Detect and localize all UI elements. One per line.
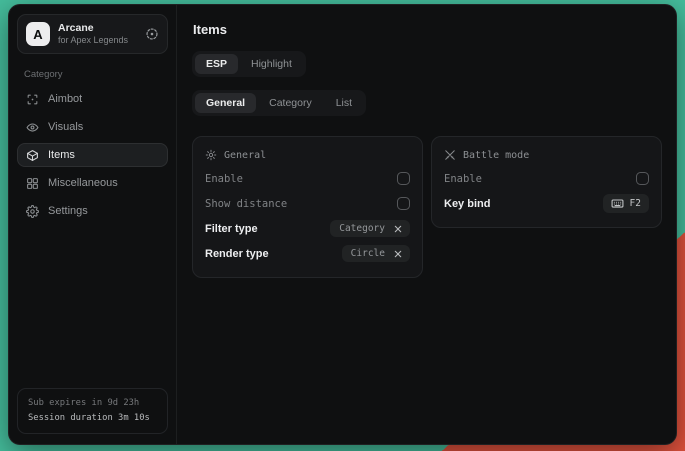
- panel-title: Battle mode: [463, 150, 529, 161]
- sidebar-item-settings[interactable]: Settings: [17, 199, 168, 223]
- grid-icon: [26, 177, 39, 190]
- sub-tab-group: GeneralCategoryList: [192, 90, 366, 116]
- subtab-category[interactable]: Category: [258, 93, 323, 113]
- app-header-card: A Arcane for Apex Legends: [17, 14, 168, 54]
- sidebar-item-label: Items: [48, 149, 75, 161]
- clear-x-icon[interactable]: [393, 224, 403, 234]
- sidebar-spacer: [17, 223, 168, 388]
- page-title: Items: [193, 22, 662, 37]
- sidebar-item-label: Miscellaneous: [48, 177, 118, 189]
- setting-row-key-bind: Key bind F2: [444, 191, 649, 216]
- enable-checkbox[interactable]: [636, 172, 649, 185]
- sidebar: A Arcane for Apex Legends Category Aimbo…: [9, 5, 177, 444]
- filter-type-select[interactable]: Category: [330, 220, 410, 237]
- setting-row-filter-type: Filter type Category: [205, 216, 410, 241]
- main-content: Items ESPHighlight GeneralCategoryList G…: [177, 5, 676, 444]
- show-distance-checkbox[interactable]: [397, 197, 410, 210]
- setting-label: Enable: [205, 173, 243, 185]
- gear-icon: [26, 205, 39, 218]
- setting-label: Show distance: [205, 198, 287, 210]
- subscription-info-card: Sub expires in 9d 23h Session duration 3…: [17, 388, 168, 434]
- sub-expiry-text: Sub expires in 9d 23h: [28, 396, 157, 411]
- panel-battle-mode: Battle mode Enable Key bind F2: [431, 136, 662, 228]
- enable-checkbox[interactable]: [397, 172, 410, 185]
- sun-icon: [205, 149, 217, 161]
- panel-general: General Enable Show distance Filter type Cat…: [192, 136, 423, 278]
- setting-row-enable: Enable: [444, 166, 649, 191]
- panel-header: Battle mode: [444, 149, 649, 161]
- setting-label: Enable: [444, 173, 482, 185]
- app-subtitle: for Apex Legends: [58, 35, 137, 46]
- sidebar-nav: Aimbot Visuals Items Miscellaneous Settings: [17, 87, 168, 223]
- setting-label: Filter type: [205, 223, 258, 235]
- app-name: Arcane: [58, 22, 137, 35]
- sidebar-item-label: Aimbot: [48, 93, 82, 105]
- package-icon: [26, 149, 39, 162]
- keybind-value: F2: [630, 198, 641, 209]
- setting-label: Key bind: [444, 198, 490, 210]
- subtab-list[interactable]: List: [325, 93, 363, 113]
- keyboard-icon: [611, 197, 624, 210]
- app-titles: Arcane for Apex Legends: [58, 22, 137, 46]
- tab-highlight[interactable]: Highlight: [240, 54, 303, 74]
- mode-tab-group: ESPHighlight: [192, 51, 306, 77]
- subtab-general[interactable]: General: [195, 93, 256, 113]
- sidebar-item-label: Visuals: [48, 121, 83, 133]
- swords-icon: [444, 149, 456, 161]
- render-type-select[interactable]: Circle: [342, 245, 410, 262]
- setting-row-enable: Enable: [205, 166, 410, 191]
- clear-x-icon[interactable]: [393, 249, 403, 259]
- sidebar-item-items[interactable]: Items: [17, 143, 168, 167]
- setting-row-show-distance: Show distance: [205, 191, 410, 216]
- target-badge-icon[interactable]: [145, 27, 159, 41]
- select-value: Circle: [351, 248, 385, 259]
- sidebar-item-aimbot[interactable]: Aimbot: [17, 87, 168, 111]
- tab-esp[interactable]: ESP: [195, 54, 238, 74]
- sidebar-item-visuals[interactable]: Visuals: [17, 115, 168, 139]
- key-bind-button[interactable]: F2: [603, 194, 649, 213]
- category-section-label: Category: [24, 69, 161, 80]
- session-duration-text: Session duration 3m 10s: [28, 411, 157, 426]
- app-logo: A: [26, 22, 50, 46]
- sidebar-item-miscellaneous[interactable]: Miscellaneous: [17, 171, 168, 195]
- eye-icon: [26, 121, 39, 134]
- panel-header: General: [205, 149, 410, 161]
- sidebar-item-label: Settings: [48, 205, 88, 217]
- panel-title: General: [224, 150, 266, 161]
- app-window: A Arcane for Apex Legends Category Aimbo…: [8, 4, 677, 445]
- settings-panels: General Enable Show distance Filter type Cat…: [192, 136, 662, 278]
- select-value: Category: [339, 223, 385, 234]
- setting-row-render-type: Render type Circle: [205, 241, 410, 266]
- crosshair-icon: [26, 93, 39, 106]
- setting-label: Render type: [205, 248, 269, 260]
